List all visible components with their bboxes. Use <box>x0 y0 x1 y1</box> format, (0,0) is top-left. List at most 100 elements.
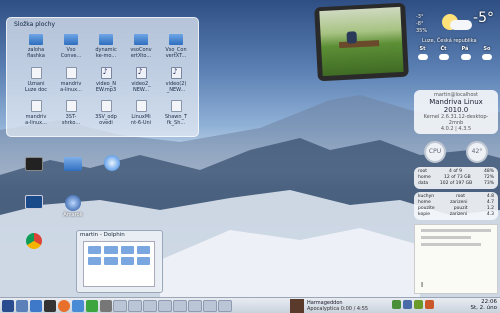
dolphin-window-title: martin - Dolphin <box>80 232 125 238</box>
chat-icon[interactable] <box>86 299 98 312</box>
folder-icon <box>99 34 113 45</box>
taskbar-task[interactable] <box>173 299 187 312</box>
terminal-icon <box>25 157 43 171</box>
cpu-temp-gauge: 42° <box>466 141 488 163</box>
taskbar-task[interactable] <box>128 299 142 312</box>
desktop-file-item[interactable]: LinuxMi nt-6-Uni <box>124 100 158 130</box>
desktop-file-item[interactable]: 3ST- shrko... <box>54 100 88 130</box>
clock-date: St, 2. úno <box>470 305 497 311</box>
chrome-icon <box>26 233 42 249</box>
artist-name: Apocalyptica <box>307 306 340 312</box>
taskbar-task[interactable] <box>203 299 217 312</box>
desktop-file-item[interactable]: dynamic ke-mo... <box>89 34 123 64</box>
folder-view-widget[interactable]: Složka plochy zaloha flashka Vso Conve...… <box>6 17 199 137</box>
document-icon <box>135 100 147 112</box>
show-desktop-icon[interactable] <box>16 299 28 312</box>
note-widget[interactable]: I <box>414 224 498 294</box>
document-icon <box>65 67 77 79</box>
desktop-file-item[interactable]: mandriv a-linux... <box>19 100 53 130</box>
battery-icon[interactable] <box>414 300 423 309</box>
file-manager-icon[interactable] <box>30 299 42 312</box>
desktop-icon-terminal[interactable] <box>19 157 49 171</box>
desktop-file-item[interactable]: Uznani Luze doc <box>19 67 53 97</box>
document-icon <box>30 67 42 79</box>
system-monitor-widget[interactable]: martin@localhost Mandriva Linux 2010.0 K… <box>414 90 498 220</box>
desktop-file-item[interactable]: video2_ NEW... <box>124 67 158 97</box>
desktop-file-item[interactable]: Vso_Con vertXT... <box>159 34 193 64</box>
desktop-icon-system-monitor[interactable] <box>19 195 49 209</box>
volume-icon[interactable] <box>403 300 412 309</box>
desktop-icon-safari[interactable] <box>97 155 127 171</box>
photo-person <box>346 31 358 44</box>
forecast-day: Pá <box>461 46 469 52</box>
file-label: mandriv a-linux... <box>25 114 47 126</box>
weather-widget[interactable]: -3° -8° 35% -5° Luze, Česká republika St… <box>412 4 498 80</box>
desktop-icon-label: Amarok <box>63 212 83 218</box>
folder-icon <box>134 34 148 45</box>
desktop-file-item[interactable]: vsoConv ertXto... <box>124 34 158 64</box>
desktop-file-item[interactable]: mandriv a-linux... <box>54 67 88 97</box>
weather-forecast-days: St Čt Pá So <box>412 46 498 52</box>
file-label: video(2) _NEW... <box>165 81 187 93</box>
dolphin-file-grid <box>84 242 154 269</box>
cloud-icon <box>460 54 471 60</box>
folder-icon <box>136 257 150 265</box>
desktop-file-item[interactable]: video_N EW.mp3 <box>89 67 123 97</box>
forecast-icons <box>412 54 498 60</box>
folder-icon <box>120 257 134 265</box>
folder-icon <box>88 257 102 265</box>
desktop-icon-amarok[interactable]: Amarok <box>58 195 88 218</box>
audio-file-icon <box>170 67 182 79</box>
folder-icon <box>104 257 118 265</box>
folder-view-grid: zaloha flashka Vso Conve... dynamic ke-mo.… <box>19 34 195 130</box>
system-tray <box>392 300 434 309</box>
folder-icon <box>64 34 78 45</box>
file-label: LinuxMi nt-6-Uni <box>130 114 152 126</box>
photo-frame-widget[interactable] <box>314 2 409 82</box>
desktop-file-item[interactable]: zaloha flashka <box>19 34 53 64</box>
dolphin-window-preview[interactable]: martin - Dolphin <box>76 230 163 293</box>
note-line <box>421 243 481 246</box>
taskbar-task[interactable] <box>158 299 172 312</box>
folder-icon <box>29 34 43 45</box>
now-playing[interactable]: Harmageddon Apocalyptica 0:00 / 4:55 <box>290 299 390 313</box>
document-icon <box>170 100 182 112</box>
album-art <box>290 299 304 313</box>
taskbar-task[interactable] <box>188 299 202 312</box>
desktop-icon-archive[interactable] <box>58 157 88 171</box>
cloud-icon <box>482 54 493 60</box>
clock[interactable]: 22:06 St, 2. úno <box>471 299 497 311</box>
folder-icon <box>104 246 118 254</box>
disk-row: kopie zarizeni 4.3 <box>418 212 494 218</box>
document-icon <box>30 100 42 112</box>
photo-bench <box>338 40 380 49</box>
firefox-icon[interactable] <box>58 299 70 312</box>
row-b: 4.3 <box>486 212 494 217</box>
weather-detail: -8° <box>416 21 424 27</box>
desktop-icon-chrome[interactable] <box>19 233 49 249</box>
kernel-version: Kernel 2.6.31.12-desktop-2mnb <box>423 114 489 126</box>
updates-icon[interactable] <box>425 300 434 309</box>
weather-location: Luze, Česká republika <box>422 38 477 44</box>
desktop-file-item[interactable]: Shawn_T fk_Sh... <box>159 100 193 130</box>
desktop-file-item[interactable]: Vso Conve... <box>54 34 88 64</box>
mail-icon[interactable] <box>72 299 84 312</box>
row-pct: 73% <box>483 181 494 186</box>
taskbar-task[interactable] <box>218 299 232 312</box>
taskbar-task[interactable] <box>113 299 127 312</box>
file-label: 3SV_odp ovedi <box>95 114 117 126</box>
application-launcher-icon[interactable] <box>2 299 14 312</box>
file-label: mandriv a-linux... <box>60 81 82 93</box>
taskbar-task[interactable] <box>143 299 157 312</box>
settings-icon[interactable] <box>100 299 112 312</box>
desktop-file-item[interactable]: 3SV_odp ovedi <box>89 100 123 130</box>
text-cursor-icon: I <box>421 281 424 289</box>
desktop-file-item[interactable]: video(2) _NEW... <box>159 67 193 97</box>
file-label: Uznani Luze doc <box>24 81 48 93</box>
terminal-icon[interactable] <box>44 299 56 312</box>
network-icon[interactable] <box>392 300 401 309</box>
file-label: Shawn_T fk_Sh... <box>164 114 188 126</box>
row-a: zarizeni <box>449 212 468 217</box>
cloud-icon <box>417 54 428 60</box>
row-name: data <box>418 181 429 186</box>
